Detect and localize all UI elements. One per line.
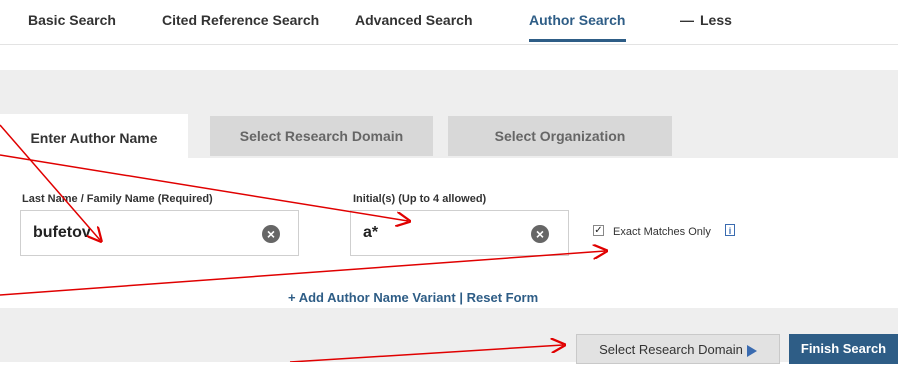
select-research-domain-button-label: Select Research Domain [599,342,743,357]
tab-enter-author-name[interactable]: Enter Author Name [0,114,188,162]
less-toggle[interactable]: — Less [680,12,732,28]
clear-last-name-icon[interactable]: × [262,225,280,243]
collapse-dash-icon: — [680,12,694,28]
tab-select-organization[interactable]: Select Organization [448,116,672,156]
reset-form-link[interactable]: Reset Form [467,290,539,305]
last-name-label: Last Name / Family Name (Required) [22,193,213,205]
last-name-field[interactable]: bufetov × [20,210,299,256]
tab-cited-reference-search[interactable]: Cited Reference Search [162,12,319,28]
info-icon[interactable]: i [725,224,735,236]
tab-advanced-search[interactable]: Advanced Search [355,12,473,28]
play-arrow-icon [746,344,757,357]
tab-basic-search[interactable]: Basic Search [28,12,116,28]
last-name-value: bufetov [33,224,91,241]
tab-select-research-domain[interactable]: Select Research Domain [210,116,433,156]
less-label: Less [700,12,732,28]
add-author-name-variant-link[interactable]: + Add Author Name Variant [288,290,456,305]
initials-field[interactable]: a* × [350,210,569,256]
initials-label: Initial(s) (Up to 4 allowed) [353,193,487,205]
initials-value: a* [363,224,379,241]
clear-initials-icon[interactable]: × [531,225,549,243]
finish-search-button[interactable]: Finish Search [789,334,898,364]
active-tab-underline [529,39,626,42]
links-separator: | [459,290,463,305]
form-links: + Add Author Name Variant | Reset Form [288,290,538,305]
tab-author-search[interactable]: Author Search [529,12,625,28]
exact-matches-checkbox[interactable]: ✓ [593,225,604,236]
exact-matches-label: Exact Matches Only [613,226,711,238]
search-type-nav: Basic Search Cited Reference Search Adva… [0,0,898,45]
select-research-domain-button[interactable]: Select Research Domain [576,334,780,364]
